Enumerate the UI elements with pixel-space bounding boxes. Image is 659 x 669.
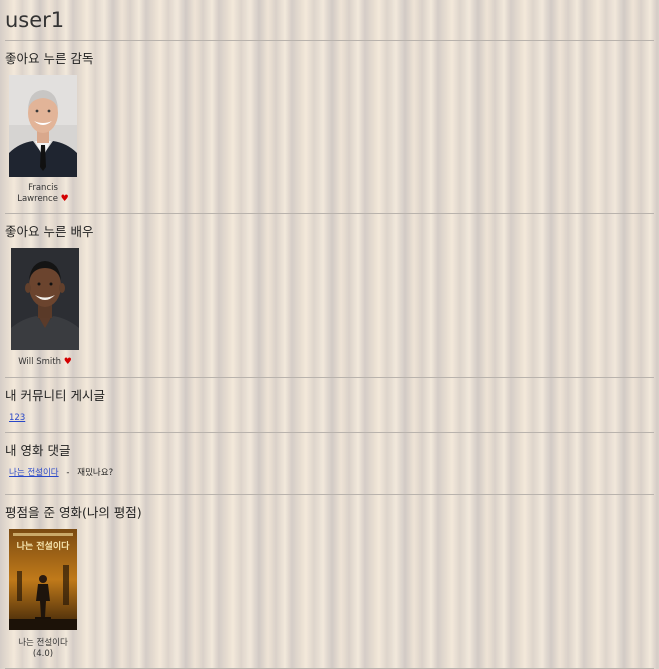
rated-movie-title: 나는 전설이다	[18, 638, 68, 648]
actor-photo	[11, 248, 79, 350]
director-photo	[9, 75, 77, 177]
section-title-posts: 내 커뮤니티 게시글	[5, 388, 105, 403]
section-title-comments: 내 영화 댓글	[5, 443, 71, 458]
actor-card[interactable]: Will Smith ♥	[10, 248, 80, 368]
comment-item: 나는 전설이다 - 재밌나요?	[9, 464, 654, 479]
section-title-actors: 좋아요 누른 배우	[5, 224, 94, 239]
director-name-line2: Lawrence	[17, 194, 58, 204]
comment-movie-link[interactable]: 나는 전설이다	[9, 468, 59, 478]
divider	[5, 494, 654, 495]
section-title-ratings: 평점을 준 영화(나의 평점)	[5, 505, 142, 520]
movie-poster: 나는 전설이다	[9, 529, 77, 630]
actor-name: Will Smith	[18, 357, 61, 367]
poster-title: 나는 전설이다	[17, 540, 71, 552]
divider	[5, 40, 654, 41]
director-card[interactable]: Francis Lawrence ♥	[8, 75, 78, 205]
liked-actors-section: 좋아요 누른 배우 Will Smith ♥	[5, 221, 654, 377]
page-title: user1	[5, 8, 65, 32]
profile-page: user1 좋아요 누른 감독 Francis Lawrence ♥ 좋아요 누…	[5, 0, 654, 669]
heart-icon[interactable]: ♥	[64, 357, 72, 367]
rated-movie-card[interactable]: 나는 전설이다 나는 전설이다 (4.0)	[8, 529, 78, 660]
divider	[5, 377, 654, 378]
post-link[interactable]: 123	[9, 413, 25, 423]
movie-comments-section: 내 영화 댓글 나는 전설이다 - 재밌나요?	[5, 440, 654, 479]
divider	[5, 432, 654, 433]
divider	[5, 213, 654, 214]
liked-directors-section: 좋아요 누른 감독 Francis Lawrence ♥	[5, 48, 654, 213]
comment-text: 재밌나요?	[77, 468, 114, 478]
rated-movies-section: 평점을 준 영화(나의 평점) 나는 전설이다 나는 전설이다 (4.0)	[5, 502, 654, 668]
director-name-line1: Francis	[28, 183, 58, 193]
comment-separator: -	[63, 468, 73, 478]
community-posts-section: 내 커뮤니티 게시글 123	[5, 385, 654, 424]
rated-movie-score: (4.0)	[32, 649, 54, 659]
section-title-directors: 좋아요 누른 감독	[5, 51, 94, 66]
heart-icon[interactable]: ♥	[61, 194, 69, 204]
